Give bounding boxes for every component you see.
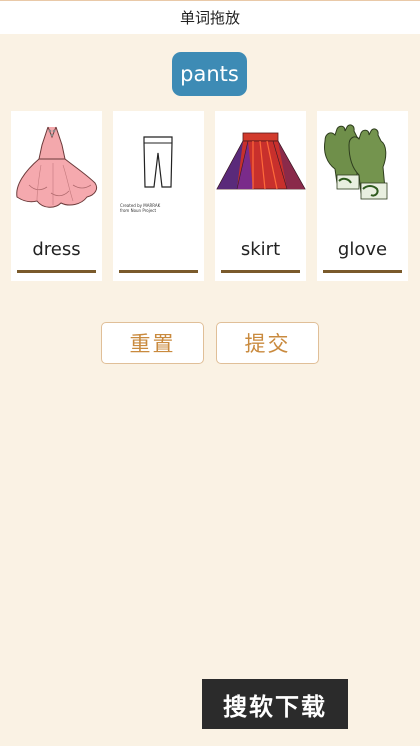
word-card-pants[interactable]: Created by MARRAK from Noun Project (113, 111, 204, 281)
glove-icon (324, 124, 388, 200)
drop-target-line[interactable] (323, 270, 402, 273)
drop-target-line[interactable] (119, 270, 198, 273)
drop-target-line[interactable] (17, 270, 96, 273)
submit-button[interactable]: 提交 (216, 322, 319, 364)
skirt-icon (216, 132, 306, 190)
draggable-word-chip[interactable]: pants (172, 52, 247, 96)
card-label: glove (337, 239, 388, 260)
word-card-glove[interactable]: glove (317, 111, 408, 281)
word-card-dress[interactable]: dress (11, 111, 102, 281)
dress-icon (16, 126, 98, 208)
watermark: 搜软下载 (202, 679, 348, 729)
icon-credit: Created by MARRAK from Noun Project (120, 203, 161, 213)
drop-target-line[interactable] (221, 270, 300, 273)
top-bar: 单词拖放 (0, 0, 420, 34)
reset-button[interactable]: 重置 (101, 322, 204, 364)
card-label: dress (32, 239, 81, 260)
word-card-skirt[interactable]: skirt (215, 111, 306, 281)
page-title: 单词拖放 (179, 9, 240, 27)
card-label: skirt (240, 239, 281, 260)
